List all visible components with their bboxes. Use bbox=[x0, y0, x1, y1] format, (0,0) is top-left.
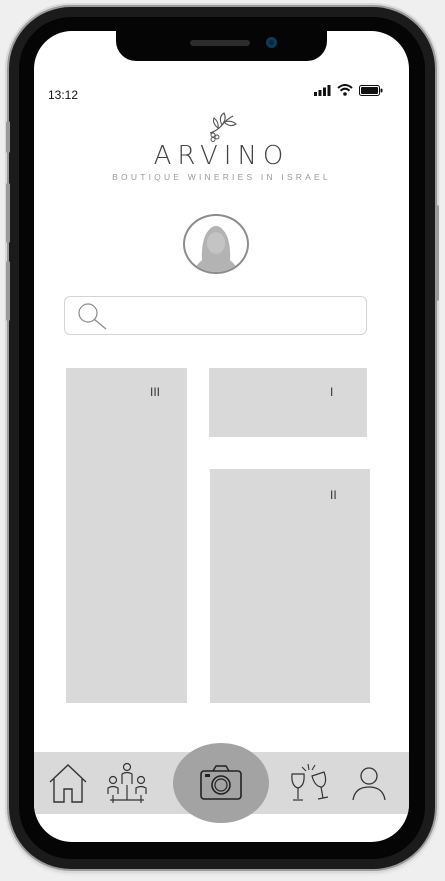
wine-glasses-icon[interactable] bbox=[288, 762, 330, 804]
brand-logo: ARVINO BOUTIQUE WINERIES IN ISRAEL bbox=[34, 111, 409, 182]
mute-switch bbox=[6, 121, 10, 153]
tile-label: III bbox=[150, 385, 161, 399]
volume-down-button bbox=[6, 261, 10, 321]
notch bbox=[116, 31, 327, 61]
tile-label: II bbox=[330, 488, 337, 502]
signal-icon bbox=[314, 84, 331, 96]
phone-screen: 13:12 ARVINO BOUTIQUE WINERIES IN ISRAEL… bbox=[34, 31, 409, 842]
camera-button[interactable] bbox=[173, 743, 269, 823]
speaker bbox=[190, 40, 250, 46]
search-icon bbox=[78, 303, 107, 330]
status-time: 13:12 bbox=[48, 88, 79, 102]
tile-label: I bbox=[330, 385, 334, 399]
home-icon[interactable] bbox=[48, 762, 88, 804]
grape-leaf-icon bbox=[209, 112, 237, 142]
search-input[interactable] bbox=[111, 297, 355, 334]
brand-title: ARVINO bbox=[153, 141, 290, 171]
search-bar[interactable] bbox=[64, 296, 367, 335]
category-tile-3[interactable]: III bbox=[66, 368, 187, 703]
volume-up-button bbox=[6, 183, 10, 243]
battery-icon bbox=[359, 84, 383, 96]
brand-subtitle: BOUTIQUE WINERIES IN ISRAEL bbox=[112, 172, 331, 182]
profile-avatar[interactable] bbox=[183, 214, 249, 274]
wifi-icon bbox=[337, 84, 353, 96]
power-button bbox=[435, 205, 439, 301]
group-icon[interactable] bbox=[106, 762, 148, 804]
user-silhouette-icon bbox=[193, 226, 239, 272]
status-icons bbox=[314, 84, 383, 96]
profile-icon[interactable] bbox=[351, 765, 387, 801]
camera-icon bbox=[200, 765, 242, 800]
category-tile-1[interactable]: I bbox=[209, 368, 367, 437]
front-camera bbox=[266, 37, 277, 48]
category-tile-2[interactable]: II bbox=[210, 469, 370, 703]
